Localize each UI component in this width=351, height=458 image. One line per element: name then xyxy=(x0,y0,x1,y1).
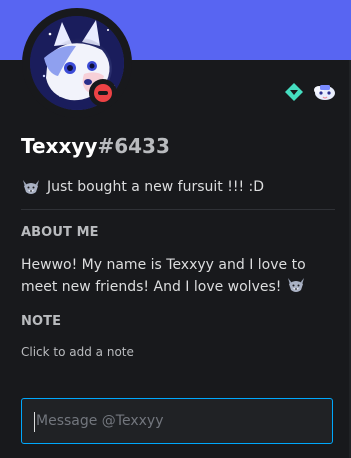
text-caret xyxy=(34,412,35,432)
message-placeholder: Message @Texxyy xyxy=(36,413,164,429)
username-text: Texxyy xyxy=(21,134,98,158)
wolf-emoji-icon xyxy=(23,180,39,194)
hypesquad-balance-icon[interactable] xyxy=(283,81,305,103)
message-input[interactable]: Message @Texxyy xyxy=(21,398,333,444)
custom-status: Just bought a new fursuit !!! :D xyxy=(21,178,264,196)
note-field[interactable]: Click to add a note xyxy=(21,345,134,359)
early-supporter-icon[interactable] xyxy=(311,81,337,103)
about-me-heading: ABOUT ME xyxy=(21,225,99,240)
profile-username: Texxyy#6433 xyxy=(21,134,170,158)
about-me-body: Hewwo! My name is Texxyy and I love to m… xyxy=(21,257,306,295)
status-do-not-disturb-icon xyxy=(89,79,117,107)
discriminator-text: #6433 xyxy=(97,134,170,158)
wolf-emoji-icon xyxy=(287,278,304,292)
profile-badges xyxy=(283,81,337,103)
custom-status-text: Just bought a new fursuit !!! :D xyxy=(47,179,265,195)
user-profile-popout: Texxyy#6433 Just bought a new fursuit !!… xyxy=(0,0,351,458)
avatar-frame xyxy=(22,8,132,118)
about-me-text: Hewwo! My name is Texxyy and I love to m… xyxy=(21,254,321,298)
note-heading: NOTE xyxy=(21,314,62,329)
section-divider xyxy=(21,209,335,210)
